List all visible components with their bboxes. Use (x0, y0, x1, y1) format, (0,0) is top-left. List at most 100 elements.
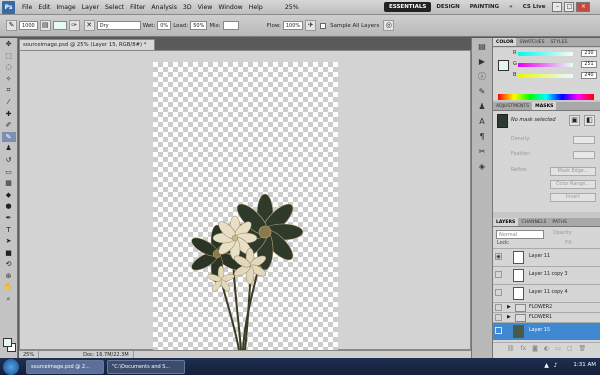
clone-source-icon[interactable]: ♟ (475, 101, 489, 113)
actions-panel-icon[interactable]: ▶ (475, 56, 489, 68)
delete-layer-icon[interactable]: 🗑 (579, 343, 587, 354)
blur-icon[interactable]: ◆ (2, 190, 16, 201)
tablet-pressure-icon[interactable]: ◎ (383, 20, 395, 31)
group-row-flower1[interactable]: ▶ FLOWER1 (493, 312, 600, 322)
brush-icon[interactable]: ✐ (2, 120, 16, 131)
sample-all-layers-checkbox[interactable] (320, 22, 327, 29)
brushes-panel-icon[interactable]: ✎ (475, 86, 489, 98)
visibility-eye-icon[interactable] (495, 327, 502, 334)
dodge-icon[interactable]: ● (2, 201, 16, 212)
tab-channels[interactable]: CHANNELS (518, 218, 549, 226)
visibility-eye-icon[interactable] (495, 271, 502, 278)
zoom-icon[interactable]: ⌕ (2, 294, 16, 305)
red-value[interactable]: 230 (581, 50, 597, 57)
blue-slider[interactable] (518, 74, 573, 78)
stamp-icon[interactable]: ♟ (2, 143, 16, 154)
history-brush-icon[interactable]: ↺ (2, 155, 16, 166)
crop-icon[interactable]: ⌗ (2, 85, 16, 96)
menu-file[interactable]: File (19, 0, 35, 15)
hand-icon[interactable]: ✋ (2, 282, 16, 293)
start-button-icon[interactable] (3, 358, 19, 375)
layer-row-15[interactable]: Layer 15 (493, 322, 600, 340)
visibility-eye-icon[interactable]: ◉ (495, 253, 502, 260)
healing-icon[interactable]: ✚ (2, 109, 16, 120)
quick-select-icon[interactable]: ✧ (2, 74, 16, 85)
red-slider[interactable] (518, 52, 573, 56)
pixel-mask-icon[interactable]: ▣ (569, 115, 580, 126)
menu-view[interactable]: View (195, 0, 216, 15)
tab-color[interactable]: COLOR (493, 38, 517, 46)
lasso-icon[interactable]: ◌ (2, 62, 16, 73)
brush-size-picker[interactable]: 1000 (19, 21, 38, 30)
tool-presets-icon[interactable]: ✂ (475, 146, 489, 158)
tab-masks[interactable]: MASKS (532, 102, 557, 110)
group-row-flower2[interactable]: ▶ FLOWER2 (493, 302, 600, 312)
history-panel-icon[interactable]: ▤ (475, 41, 489, 53)
cs-live-button[interactable]: CS Live (518, 2, 551, 12)
layer-style-icon[interactable]: fx (520, 343, 526, 354)
canvas-area[interactable] (19, 50, 471, 350)
layer-row-11-copy-3[interactable]: Layer 11 copy 3 (493, 266, 600, 284)
mixer-brush-preset-icon[interactable]: ✎ (6, 20, 17, 31)
color-range-button[interactable]: Color Range... (550, 180, 596, 189)
tab-styles[interactable]: STYLES (548, 38, 571, 46)
link-layers-icon[interactable]: ⛓ (507, 343, 515, 354)
3d-rotate-icon[interactable]: ⟲ (2, 259, 16, 270)
menu-edit[interactable]: Edit (35, 0, 53, 15)
taskbar-item-explorer[interactable]: "C:\Documents and S... (107, 359, 185, 374)
eraser-icon[interactable]: ▭ (2, 167, 16, 178)
taskbar-clock[interactable]: 1:31 AM (573, 362, 596, 368)
minimize-icon[interactable]: – (552, 2, 563, 12)
vector-mask-icon[interactable]: ◧ (584, 115, 595, 126)
density-field[interactable] (573, 136, 595, 144)
3d-panel-icon[interactable]: ◈ (475, 161, 489, 173)
close-icon[interactable]: × (576, 2, 591, 12)
new-layer-icon[interactable]: ▢ (567, 343, 573, 354)
paragraph-panel-icon[interactable]: ¶ (475, 131, 489, 143)
menu-image[interactable]: Image (53, 0, 78, 15)
expand-arrow-icon[interactable]: ▶ (507, 304, 511, 310)
taskbar-item-photoshop[interactable]: sourceimage.psd @ 2... (26, 359, 104, 374)
color-spectrum-bar[interactable] (498, 94, 594, 100)
pen-icon[interactable]: ✒ (2, 213, 16, 224)
blend-mode-select[interactable]: Normal (496, 230, 544, 239)
green-value[interactable]: 251 (581, 61, 597, 68)
expand-arrow-icon[interactable]: ▶ (507, 314, 511, 320)
flow-field[interactable]: 100% (282, 21, 304, 30)
visibility-eye-icon[interactable] (495, 304, 502, 311)
green-slider[interactable] (518, 63, 573, 67)
brush-panel-icon[interactable]: ▤ (39, 20, 51, 31)
airbrush-icon[interactable]: ✈ (305, 20, 317, 31)
tab-paths[interactable]: PATHS (549, 218, 569, 226)
new-group-icon[interactable]: ▭ (555, 343, 561, 354)
visibility-eye-icon[interactable] (495, 289, 502, 296)
visibility-eye-icon[interactable] (495, 314, 502, 321)
tab-layers[interactable]: LAYERS (493, 218, 519, 226)
marquee-icon[interactable]: ⬚ (2, 51, 16, 62)
mix-field[interactable] (222, 21, 239, 30)
add-mask-icon[interactable]: ◙ (532, 343, 538, 354)
info-panel-icon[interactable]: ⓘ (475, 71, 489, 83)
mode-select[interactable]: Dry (96, 21, 141, 30)
tab-adjustments[interactable]: ADJUSTMENTS (493, 102, 532, 110)
invert-button[interactable]: Invert (550, 193, 596, 202)
menu-3d[interactable]: 3D (180, 0, 195, 15)
layer-row-11[interactable]: ◉ Layer 11 (493, 248, 600, 266)
tray-volume-icon[interactable]: ♪ (552, 362, 559, 369)
foreground-color-chip[interactable] (498, 60, 509, 71)
mixer-brush-icon[interactable]: ✎ (1, 131, 16, 143)
wet-field[interactable]: 0% (157, 21, 172, 30)
eyedropper-icon[interactable]: ⁄ (2, 97, 16, 108)
mask-edge-button[interactable]: Mask Edge... (550, 167, 596, 176)
foreground-color-swatch[interactable] (3, 338, 12, 347)
workspace-design[interactable]: DESIGN (431, 2, 464, 12)
menu-help[interactable]: Help (246, 0, 266, 15)
blue-value[interactable]: 240 (581, 72, 597, 79)
maximize-icon[interactable]: □ (564, 2, 575, 12)
status-zoom[interactable]: 25% (19, 351, 40, 358)
type-icon[interactable]: T (2, 225, 16, 236)
3d-orbit-icon[interactable]: ⊛ (2, 271, 16, 282)
path-select-icon[interactable]: ➤ (2, 236, 16, 247)
menu-analysis[interactable]: Analysis (148, 0, 180, 15)
workspace-essentials[interactable]: ESSENTIALS (384, 2, 432, 12)
